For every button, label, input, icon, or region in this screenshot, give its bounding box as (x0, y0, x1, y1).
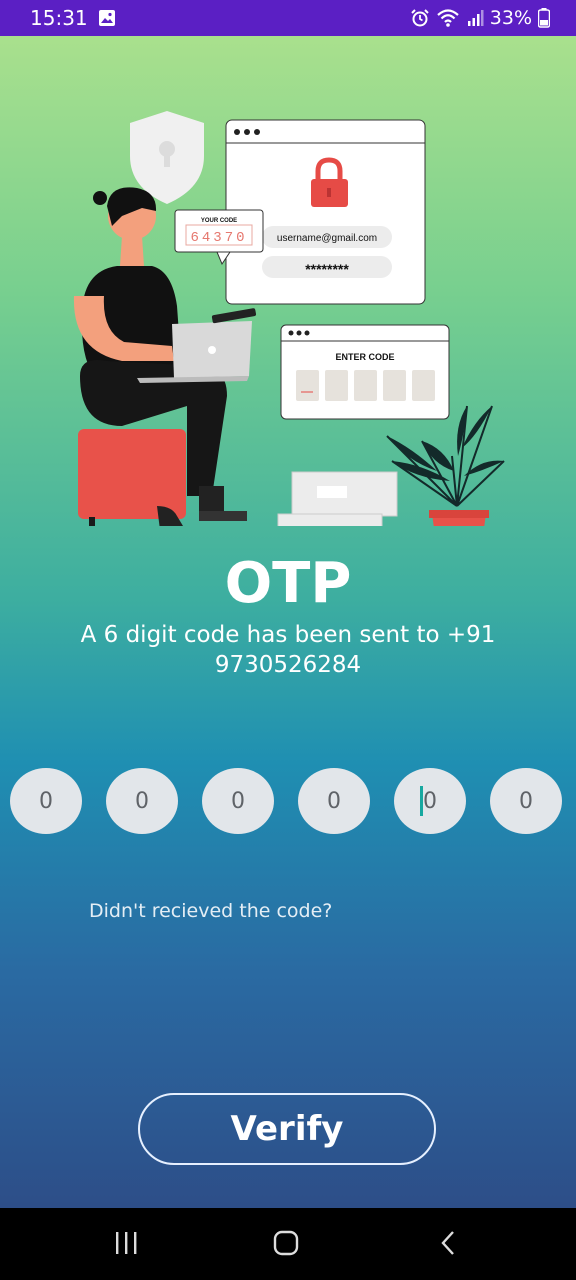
your-code-value: 64370 (190, 230, 247, 246)
otp-digit-4[interactable]: 0 (298, 768, 370, 834)
username-text: username@gmail.com (277, 233, 377, 244)
otp-illustration: username@gmail.com ******** YOUR CODE 64… (73, 111, 505, 526)
otp-digit-2[interactable]: 0 (106, 768, 178, 834)
otp-description: A 6 digit code has been sent to +91 9730… (80, 622, 496, 678)
your-code-label: YOUR CODE (201, 218, 237, 224)
resend-code-link[interactable]: Didn't recieved the code? (89, 900, 332, 922)
back-icon[interactable] (438, 1228, 458, 1258)
otp-digit-3[interactable]: 0 (202, 768, 274, 834)
battery-icon (538, 8, 550, 28)
wifi-icon (437, 9, 459, 27)
otp-digit-5-box[interactable]: 0 (394, 768, 466, 834)
signal-icon (467, 10, 484, 26)
battery-percent: 33% (489, 7, 532, 29)
gallery-icon (98, 10, 115, 26)
navigation-bar (0, 1208, 576, 1280)
otp-digit-6[interactable]: 0 (490, 768, 562, 834)
plant-icon (386, 405, 505, 526)
text-cursor (420, 786, 423, 816)
otp-input-row: 0 0 0 0 0 0 (0, 768, 576, 836)
otp-screen: username@gmail.com ******** YOUR CODE 64… (0, 36, 576, 1208)
otp-digit-5: 0 (423, 788, 437, 814)
status-bar: 15:31 33% (0, 0, 576, 36)
otp-digit-1[interactable]: 0 (10, 768, 82, 834)
enter-code-label: ENTER CODE (335, 352, 394, 362)
alarm-icon (411, 9, 429, 27)
status-time: 15:31 (30, 6, 88, 30)
page-title: OTP (224, 551, 352, 616)
password-text: ******** (305, 261, 349, 277)
verify-button[interactable]: Verify (138, 1093, 436, 1165)
home-icon[interactable] (272, 1228, 300, 1258)
recent-apps-icon[interactable] (113, 1228, 139, 1258)
